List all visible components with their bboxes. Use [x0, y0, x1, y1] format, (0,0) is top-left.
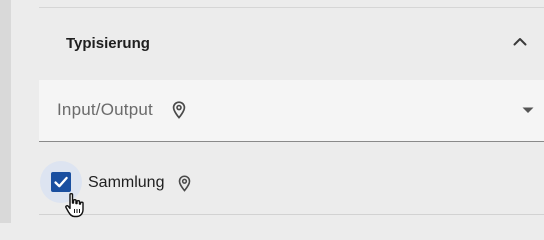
- select-placeholder: Input/Output: [57, 100, 153, 119]
- collapse-button[interactable]: [509, 30, 531, 52]
- section-header: Typisierung: [39, 8, 544, 80]
- bottom-divider: [39, 214, 544, 215]
- sammlung-checkbox-row: Sammlung: [39, 143, 544, 215]
- checkmark-icon: [54, 176, 68, 188]
- chevron-up-icon: [513, 37, 527, 45]
- left-gutter: [0, 0, 11, 223]
- checkbox-label[interactable]: Sammlung: [88, 174, 164, 192]
- sammlung-checkbox[interactable]: [51, 172, 71, 192]
- section-title: Typisierung: [66, 35, 150, 52]
- input-output-select[interactable]: Input/Output: [39, 80, 544, 142]
- typisierung-panel: Typisierung Input/Output Sammlung: [0, 0, 544, 223]
- location-pin-icon[interactable]: [172, 101, 186, 119]
- hand-pointer-cursor-icon: [65, 192, 84, 218]
- location-pin-icon[interactable]: [178, 175, 191, 192]
- caret-down-icon[interactable]: [521, 105, 535, 115]
